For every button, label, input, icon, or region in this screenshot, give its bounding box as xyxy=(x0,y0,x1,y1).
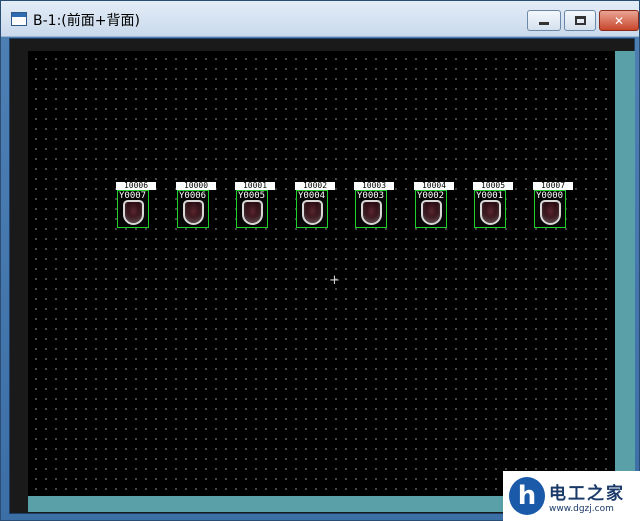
lamp-address: 10007 xyxy=(533,182,573,190)
lamp-frame: Y0005 xyxy=(236,190,268,228)
lamp-indicator[interactable]: 10002 Y0004 xyxy=(295,182,335,228)
minimize-icon xyxy=(539,22,549,25)
close-icon: ✕ xyxy=(613,13,625,28)
lamp-bulb-icon xyxy=(540,200,561,225)
lamp-indicator[interactable]: 10000 Y0006 xyxy=(176,182,216,228)
lamp-address: 10001 xyxy=(235,182,275,190)
lamp-address: 10006 xyxy=(116,182,156,190)
lamp-bulb-icon xyxy=(242,200,263,225)
lamp-bulb-icon xyxy=(183,200,204,225)
lamp-address: 10005 xyxy=(473,182,513,190)
lamp-frame: Y0004 xyxy=(296,190,328,228)
maximize-icon xyxy=(574,16,586,25)
lamp-indicator[interactable]: 10004 Y0002 xyxy=(414,182,454,228)
minimize-button[interactable] xyxy=(527,10,561,31)
lamp-frame: Y0003 xyxy=(355,190,387,228)
lamp-bulb-icon xyxy=(123,200,144,225)
crosshair-cursor-icon: + xyxy=(329,273,340,288)
lamp-indicator[interactable]: 10006 Y0007 xyxy=(116,182,156,228)
lamp-bulb-icon xyxy=(302,200,323,225)
lamp-frame: Y0002 xyxy=(415,190,447,228)
frame-right-border xyxy=(615,51,635,503)
lamp-bulb-icon xyxy=(480,200,501,225)
lamp-indicator[interactable]: 10005 Y0001 xyxy=(473,182,513,228)
lamp-indicator[interactable]: 10001 Y0005 xyxy=(235,182,275,228)
lamp-indicator[interactable]: 10003 Y0003 xyxy=(354,182,394,228)
design-canvas[interactable]: 10006 Y0007 10000 Y0006 10001 Y0005 1000… xyxy=(28,51,615,496)
close-button[interactable]: ✕ xyxy=(599,10,639,31)
lamp-bulb-icon xyxy=(421,200,442,225)
editor-window: B-1:(前面+背面) ✕ 10006 Y0007 10000 Y0006 10… xyxy=(0,0,640,521)
maximize-button[interactable] xyxy=(564,10,596,31)
lamp-address: 10000 xyxy=(176,182,216,190)
frame-left xyxy=(10,39,28,513)
watermark-url: www.dgzj.com xyxy=(549,504,614,514)
lamp-frame: Y0000 xyxy=(534,190,566,228)
lamp-bulb-icon xyxy=(361,200,382,225)
lamp-address: 10004 xyxy=(414,182,454,190)
client-area: 10006 Y0007 10000 Y0006 10001 Y0005 1000… xyxy=(9,38,635,514)
watermark-name: 电工之家 xyxy=(549,484,625,504)
window-title: B-1:(前面+背面) xyxy=(33,13,140,29)
lamp-address: 10003 xyxy=(354,182,394,190)
title-bar[interactable]: B-1:(前面+背面) ✕ xyxy=(1,1,639,37)
app-window-icon[interactable] xyxy=(11,12,27,26)
lamp-frame: Y0001 xyxy=(474,190,506,228)
watermark: 电工之家 www.dgzj.com xyxy=(503,471,640,521)
watermark-logo-icon xyxy=(509,477,545,515)
lamp-indicator[interactable]: 10007 Y0000 xyxy=(533,182,573,228)
lamp-address: 10002 xyxy=(295,182,335,190)
lamp-frame: Y0007 xyxy=(117,190,149,228)
lamp-frame: Y0006 xyxy=(177,190,209,228)
